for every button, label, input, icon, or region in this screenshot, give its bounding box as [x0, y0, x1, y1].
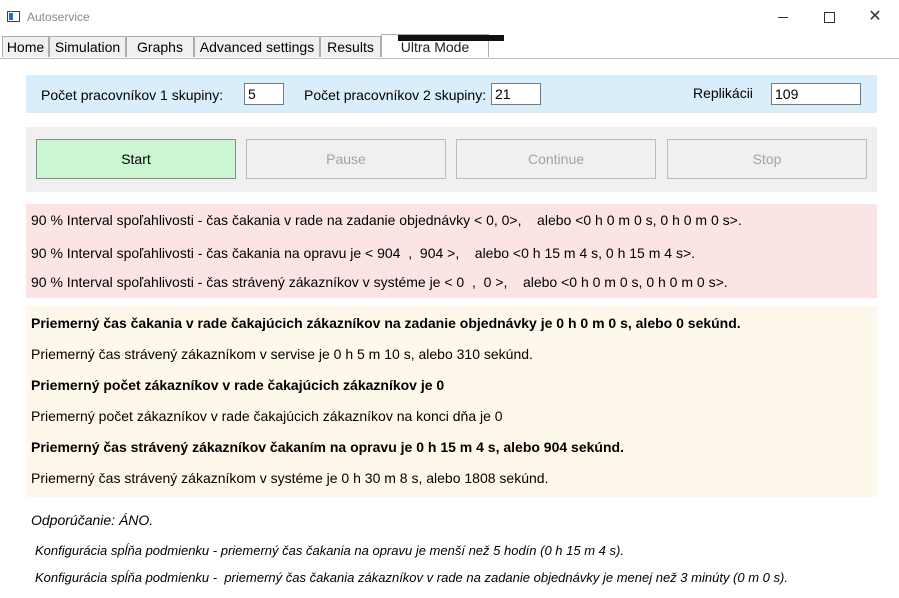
- pause-button[interactable]: Pause: [246, 139, 446, 179]
- close-button[interactable]: ✕: [852, 4, 898, 30]
- maximize-button[interactable]: [806, 4, 852, 30]
- recommendation-condition-2: Konfigurácia spĺňa podmienku - priemerný…: [35, 570, 788, 585]
- continue-button[interactable]: Continue: [456, 139, 656, 179]
- statistics-panel: Priemerný čas čakania v rade čakajúcich …: [26, 306, 877, 497]
- replications-label: Replikácii: [693, 85, 753, 101]
- tab-ultra-mode-label: Ultra Mode: [400, 39, 470, 55]
- minimize-button[interactable]: [760, 4, 806, 30]
- start-button[interactable]: Start: [36, 139, 236, 179]
- interval-system-time: 90 % Interval spoľahlivosti - čas stráve…: [31, 274, 728, 290]
- configuration-panel: Počet pracovníkov 1 skupiny: Počet praco…: [26, 75, 877, 113]
- confidence-interval-panel: 90 % Interval spoľahlivosti - čas čakani…: [26, 204, 877, 298]
- tab-results[interactable]: Results: [320, 36, 381, 57]
- recommendation-condition-1: Konfigurácia spĺňa podmienku - priemerný…: [35, 543, 624, 558]
- minimize-icon: [778, 16, 788, 18]
- stat-avg-wait-order: Priemerný čas čakania v rade čakajúcich …: [31, 315, 741, 331]
- group2-label: Počet pracovníkov 2 skupiny:: [304, 87, 487, 103]
- stop-button[interactable]: Stop: [667, 139, 867, 179]
- interval-waiting-repair: 90 % Interval spoľahlivosti - čas čakani…: [31, 245, 696, 261]
- window-title: Autoservice: [27, 10, 90, 24]
- tab-graphs[interactable]: Graphs: [126, 36, 194, 57]
- group1-label: Počet pracovníkov 1 skupiny:: [41, 87, 224, 103]
- recommendation-title: Odporúčanie: ÁNO.: [31, 512, 154, 528]
- stat-end-of-day-queue: Priemerný počet zákazníkov v rade čakajú…: [31, 408, 503, 424]
- control-panel: Start Pause Continue Stop: [26, 127, 877, 192]
- tab-advanced-settings[interactable]: Advanced settings: [194, 36, 320, 57]
- group1-input[interactable]: [244, 83, 284, 105]
- stat-avg-system-time: Priemerný čas strávený zákazníkom v syst…: [31, 470, 549, 486]
- interval-waiting-order: 90 % Interval spoľahlivosti - čas čakani…: [31, 212, 742, 228]
- app-window-icon: [7, 11, 20, 22]
- stat-avg-repair-wait: Priemerný čas strávený zákazníkov čakaní…: [31, 439, 624, 455]
- tab-ultra-mode[interactable]: Ultra Mode: [381, 34, 504, 57]
- maximize-icon: [823, 11, 835, 23]
- title-bar: Autoservice ✕: [0, 0, 899, 34]
- close-icon: ✕: [868, 8, 882, 25]
- tab-home[interactable]: Home: [2, 36, 49, 57]
- replications-input[interactable]: [771, 83, 861, 105]
- stat-avg-service-time: Priemerný čas strávený zákazníkom v serv…: [31, 346, 533, 362]
- group2-input[interactable]: [491, 83, 541, 105]
- stat-avg-queue-length: Priemerný počet zákazníkov v rade čakajú…: [31, 377, 445, 393]
- tab-bar: Home Simulation Graphs Advanced settings…: [0, 34, 899, 59]
- tab-simulation[interactable]: Simulation: [49, 36, 126, 57]
